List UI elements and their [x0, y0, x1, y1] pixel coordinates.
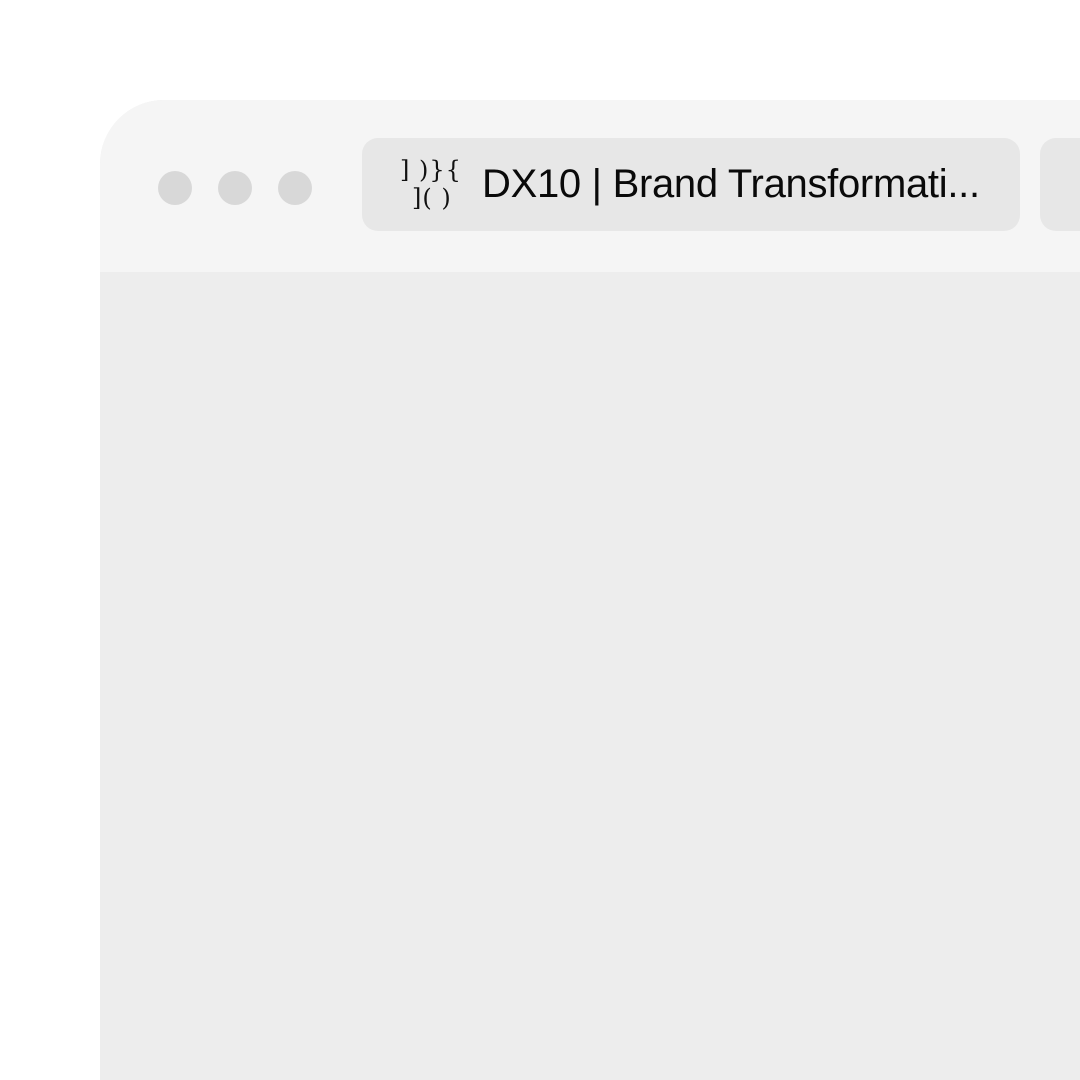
site-favicon-icon: ] )}{ ]( ) — [398, 156, 461, 214]
minimize-window-button[interactable] — [218, 171, 252, 205]
close-window-button[interactable] — [158, 171, 192, 205]
browser-window: ] )}{ ]( ) DX10 | Brand Transformati... — [100, 100, 1080, 1080]
zoom-window-button[interactable] — [278, 171, 312, 205]
page-content-area — [100, 272, 1080, 1080]
browser-tab-next[interactable] — [1040, 138, 1080, 231]
favicon-glyph-bottom: ]( ) — [412, 184, 452, 212]
title-bar: ] )}{ ]( ) DX10 | Brand Transformati... — [100, 100, 1080, 272]
tab-title: DX10 | Brand Transformati... — [482, 162, 980, 206]
favicon-glyph-top: ] )}{ — [400, 156, 462, 184]
browser-tab-active[interactable]: ] )}{ ]( ) DX10 | Brand Transformati... — [362, 138, 1020, 231]
